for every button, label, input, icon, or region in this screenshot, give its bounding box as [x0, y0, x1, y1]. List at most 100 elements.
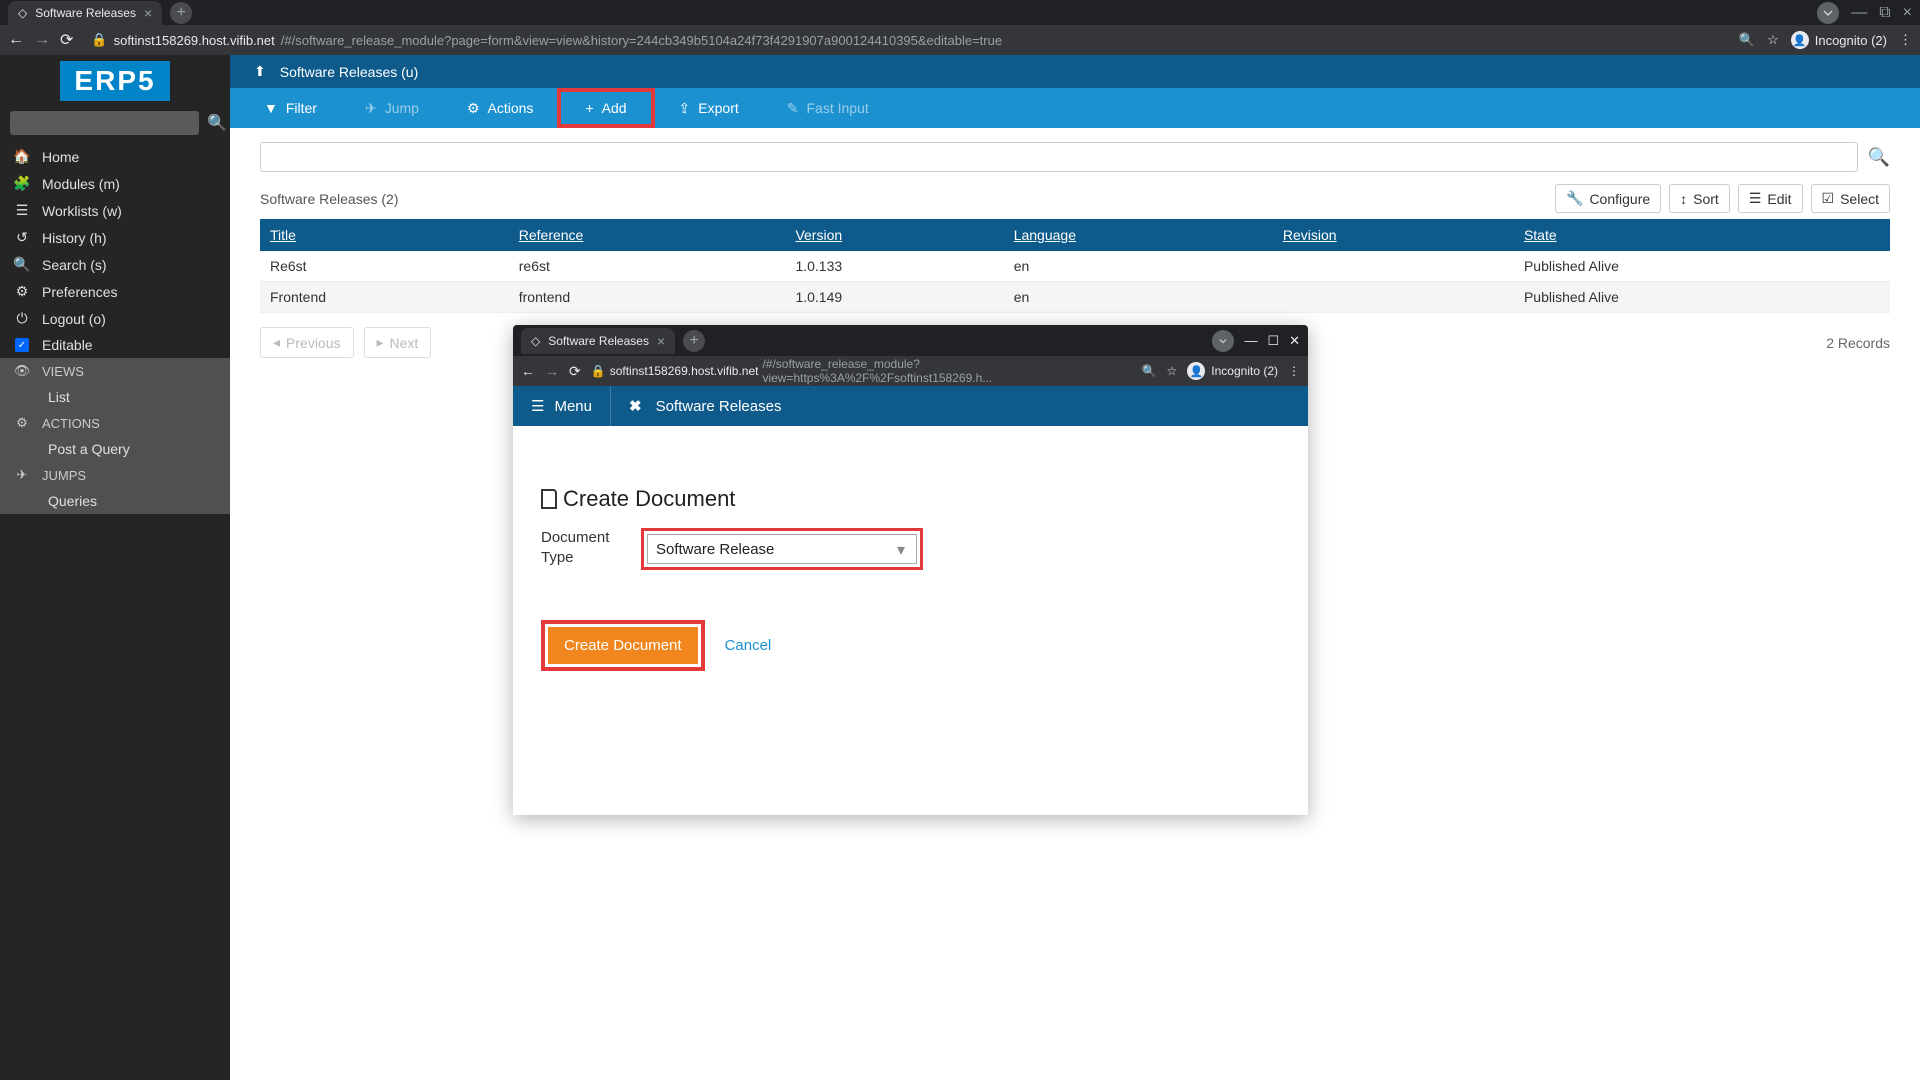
- url-bar[interactable]: 🔒 softinst158269.host.vifib.net/#/softwa…: [83, 32, 1728, 48]
- search-icon[interactable]: 🔍: [1868, 147, 1890, 168]
- kebab-menu-icon[interactable]: ⋮: [1288, 364, 1300, 378]
- sidebar-item-history[interactable]: ↺History (h): [0, 224, 230, 251]
- incognito-icon: 👤: [1791, 31, 1809, 49]
- add-button[interactable]: +Add: [557, 88, 654, 128]
- popup-url-bar[interactable]: 🔒 softinst158269.host.vifib.net/#/softwa…: [591, 357, 1132, 385]
- button-label: Select: [1840, 191, 1879, 207]
- column-header-state[interactable]: State: [1514, 219, 1890, 251]
- sidebar-subitem-queries[interactable]: Queries: [0, 488, 230, 514]
- sidebar: ERP5 🔍 🏠Home 🧩Modules (m) ☰Worklists (w)…: [0, 55, 230, 1080]
- sidebar-subitem-post-query[interactable]: Post a Query: [0, 436, 230, 462]
- sidebar-item-search[interactable]: 🔍 Search (s): [0, 251, 230, 278]
- table-row[interactable]: Frontend frontend 1.0.149 en Published A…: [260, 282, 1890, 313]
- logo[interactable]: ERP5: [60, 61, 169, 101]
- search-icon[interactable]: 🔍: [207, 113, 227, 133]
- search-icon: 🔍: [14, 256, 30, 273]
- kebab-menu-icon[interactable]: ⋮: [1899, 32, 1912, 48]
- sidebar-item-label: Search (s): [42, 257, 107, 273]
- document-icon: [541, 489, 557, 509]
- create-btn-highlight: Create Document: [541, 620, 705, 671]
- sidebar-item-modules[interactable]: 🧩Modules (m): [0, 170, 230, 197]
- button-label: Filter: [286, 100, 317, 116]
- sidebar-item-home[interactable]: 🏠Home: [0, 143, 230, 170]
- filter-button[interactable]: ▼Filter: [240, 88, 341, 128]
- popup-browser-tab[interactable]: ◇ Software Releases ×: [521, 328, 675, 354]
- forward-icon[interactable]: →: [34, 31, 50, 49]
- actions-button[interactable]: ⚙Actions: [443, 88, 557, 128]
- create-document-button[interactable]: Create Document: [548, 627, 698, 664]
- main-search-input[interactable]: [260, 142, 1858, 172]
- fast-input-button[interactable]: ✎Fast Input: [763, 88, 893, 128]
- next-button[interactable]: ▸Next: [364, 327, 432, 358]
- select-button[interactable]: ☑ Select: [1811, 184, 1890, 213]
- column-header-title[interactable]: Title: [260, 219, 509, 251]
- close-tab-icon[interactable]: ×: [144, 5, 152, 21]
- sidebar-item-editable[interactable]: ✓Editable: [0, 332, 230, 358]
- sidebar-item-label: Preferences: [42, 284, 117, 300]
- back-icon[interactable]: ←: [521, 363, 535, 379]
- jump-button[interactable]: ✈Jump: [341, 88, 443, 128]
- url-host: softinst158269.host.vifib.net: [610, 364, 759, 378]
- forward-icon[interactable]: →: [545, 363, 559, 379]
- previous-button[interactable]: ◂Previous: [260, 327, 354, 358]
- new-tab-button[interactable]: +: [170, 2, 192, 24]
- column-header-reference[interactable]: Reference: [509, 219, 786, 251]
- incognito-badge[interactable]: 👤 Incognito (2): [1791, 31, 1887, 49]
- sidebar-search-input[interactable]: [10, 111, 199, 135]
- cell-version: 1.0.149: [785, 282, 1003, 313]
- export-button[interactable]: ⇪Export: [655, 88, 763, 128]
- check-icon: ☑: [1822, 190, 1835, 207]
- sort-button[interactable]: ↕Sort: [1669, 184, 1730, 213]
- popup-body: Create Document Document Type Software R…: [513, 426, 1308, 699]
- app: ERP5 🔍 🏠Home 🧩Modules (m) ☰Worklists (w)…: [0, 55, 1920, 1080]
- up-arrow-icon[interactable]: ⬆: [254, 63, 266, 80]
- sidebar-item-worklists[interactable]: ☰Worklists (w): [0, 197, 230, 224]
- incognito-badge[interactable]: 👤 Incognito (2): [1187, 362, 1278, 380]
- minimize-icon[interactable]: —: [1244, 333, 1257, 348]
- close-window-icon[interactable]: ×: [1903, 4, 1912, 22]
- back-icon[interactable]: ←: [8, 31, 24, 49]
- doctype-select[interactable]: Software Release: [647, 534, 917, 564]
- reload-icon[interactable]: ⟳: [569, 363, 581, 380]
- records-count: 2 Records: [1826, 335, 1890, 351]
- column-header-version[interactable]: Version: [785, 219, 1003, 251]
- breadcrumb-label[interactable]: Software Releases (u): [280, 64, 419, 80]
- reload-icon[interactable]: ⟳: [60, 30, 73, 50]
- column-header-revision[interactable]: Revision: [1273, 219, 1514, 251]
- sidebar-subitem-list[interactable]: List: [0, 384, 230, 410]
- column-header-language[interactable]: Language: [1004, 219, 1273, 251]
- sidebar-item-logout[interactable]: ⏻Logout (o): [0, 305, 230, 332]
- hamburger-icon: ☰: [531, 397, 544, 415]
- plane-icon: ✈: [14, 467, 30, 483]
- star-icon[interactable]: ☆: [1767, 32, 1779, 48]
- cell-language: en: [1004, 251, 1273, 282]
- popup-menu-button[interactable]: ☰ Menu: [513, 386, 611, 426]
- browser-tab[interactable]: ◇ Software Releases ×: [8, 1, 162, 25]
- button-label: Configure: [1589, 191, 1650, 207]
- new-tab-button[interactable]: +: [683, 330, 705, 352]
- incognito-icon: 👤: [1187, 362, 1205, 380]
- zoom-icon[interactable]: 🔍: [1739, 32, 1755, 48]
- maximize-icon[interactable]: ☐: [1267, 333, 1279, 349]
- close-window-icon[interactable]: ✕: [1289, 333, 1300, 349]
- sidebar-item-preferences[interactable]: ⚙Preferences: [0, 278, 230, 305]
- close-icon[interactable]: ✖: [629, 397, 642, 415]
- main-toolbar: ▼Filter ✈Jump ⚙Actions +Add ⇪Export ✎Fas…: [230, 88, 1920, 128]
- edit-button[interactable]: ☰Edit: [1738, 184, 1803, 213]
- cancel-link[interactable]: Cancel: [725, 637, 772, 654]
- maximize-icon[interactable]: ⧉: [1879, 4, 1890, 22]
- chevron-down-icon[interactable]: [1817, 2, 1839, 24]
- checkbox-checked-icon[interactable]: ✓: [15, 338, 29, 352]
- star-icon[interactable]: ☆: [1167, 364, 1178, 378]
- sidebar-item-label: Modules (m): [42, 176, 120, 192]
- sidebar-section-jumps: ✈JUMPS: [0, 462, 230, 488]
- close-tab-icon[interactable]: ×: [657, 333, 665, 349]
- configure-button[interactable]: 🔧Configure: [1555, 184, 1661, 213]
- doctype-label: Document Type: [541, 528, 621, 567]
- popup-tab-strip: ◇ Software Releases × + — ☐ ✕: [513, 325, 1308, 356]
- minimize-icon[interactable]: —: [1851, 4, 1867, 22]
- export-icon: ⇪: [679, 100, 691, 117]
- table-row[interactable]: Re6st re6st 1.0.133 en Published Alive: [260, 251, 1890, 282]
- chevron-down-icon[interactable]: [1212, 330, 1234, 352]
- zoom-icon[interactable]: 🔍: [1142, 364, 1157, 378]
